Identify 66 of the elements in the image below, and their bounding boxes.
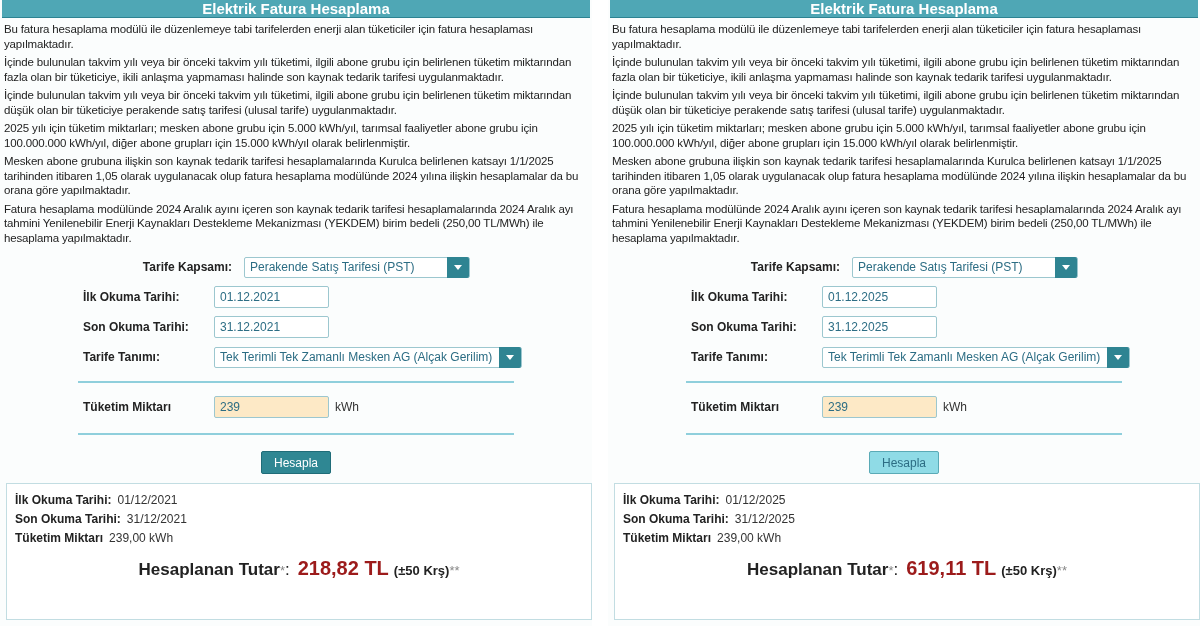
field-label: Tüketim Miktarı (691, 400, 781, 414)
total-amount: 218,82 TL (297, 557, 389, 580)
info-paragraph: Mesken abone grubuna ilişkin son kaynak tedarik tarifesi hesaplamalarında Kurulca belirlenen katsayı 1/1/2025 tarihinden itibaren 1,05 olarak uygulanacak olup fatura hesaplama modülünde 2024 yılına ilişkin hesaplamalar da bu orana göre yapılmaktadır. (612, 154, 1188, 198)
tolerance-text: (±50 Krş) (393, 563, 450, 578)
info-paragraph: İçinde bulunulan takvim yılı veya bir önceki takvim yılı tüketimi, ilgili abone grubu için belirlenen tüketim miktarından fazla olan bir tüketiciye, ikili anlaşma yapmaması halinde son kaynak tedarik tarifesi uygulanmaktadır. (612, 55, 1181, 84)
footnote-mark: ** (449, 563, 460, 578)
info-paragraph: İçinde bulunulan takvim yılı veya bir önceki takvim yılı tüketimi, ilgili abone grubu için belirlenen tüketim miktarından düşük olan bir tüketiciye perakende satış tarifesi (ulusal tarife) uygulanmaktadır. (612, 88, 1181, 117)
result-label: Tüketim Miktarı (623, 530, 712, 547)
result-value: 01/12/2021 (117, 492, 178, 509)
input-field[interactable]: 31.12.2025 (822, 316, 937, 338)
field-label: Tarife Kapsamı: (749, 260, 840, 274)
field-label: Tüketim Miktarı (83, 400, 173, 414)
dropdown[interactable]: Tek Terimli Tek Zamanlı Mesken AG (Alçak Gerilim) (214, 346, 522, 368)
field-label: Tarife Kapsamı: (141, 260, 232, 274)
caret-icon (1114, 354, 1122, 360)
result-value: 239,00 kWh (717, 530, 782, 547)
result-value: 31/12/2021 (126, 511, 187, 528)
footnote-mark: * (888, 563, 894, 578)
info-paragraph: Mesken abone grubuna ilişkin son kaynak tedarik tarifesi hesaplamalarında Kurulca belirlenen katsayı 1/1/2025 tarihinden itibaren 1,05 olarak uygulanacak olup fatura hesaplama modülünde 2024 yılına ilişkin hesaplamalar da bu orana göre yapılmaktadır. (4, 154, 580, 198)
input-field[interactable]: 239 (822, 396, 937, 418)
page-title: Elektrik Fatura Hesaplama (610, 0, 1198, 18)
input-field[interactable]: 239 (214, 396, 329, 418)
result-label: İlk Okuma Tarihi: (623, 492, 720, 509)
footnote-mark: * (279, 563, 285, 578)
caret-icon (454, 264, 462, 270)
input-field[interactable]: 01.12.2025 (822, 286, 937, 308)
unit-label: kWh (943, 400, 967, 414)
total-amount: 619,11 TL (906, 557, 997, 580)
info-paragraph: İçinde bulunulan takvim yılı veya bir önceki takvim yılı tüketimi, ilgili abone grubu için belirlenen tüketim miktarından düşük olan bir tüketiciye perakende satış tarifesi (ulusal tarife) uygulanmaktadır. (4, 88, 573, 117)
caret-icon (1062, 264, 1070, 270)
dropdown[interactable]: Perakende Satış Tarifesi (PST) (244, 256, 470, 278)
field-label: Tarife Tanımı: (691, 350, 769, 364)
result-label: Tüketim Miktarı (15, 530, 104, 547)
dropdown[interactable]: Perakende Satış Tarifesi (PST) (852, 256, 1078, 278)
input-field[interactable]: 01.12.2021 (214, 286, 329, 308)
result-label: Son Okuma Tarihi: (623, 511, 729, 528)
field-label: İlk Okuma Tarihi: (691, 290, 789, 304)
info-paragraph: Bu fatura hesaplama modülü ile düzenlemeye tabi tarifelerden enerji alan tüketiciler için fatura hesaplaması yapılmaktadır. (612, 22, 1143, 51)
field-label: İlk Okuma Tarihi: (83, 290, 181, 304)
total-label: Hesaplanan Tutar (747, 560, 889, 580)
info-paragraph: Bu fatura hesaplama modülü ile düzenlemeye tabi tarifelerden enerji alan tüketiciler için fatura hesaplaması yapılmaktadır. (4, 22, 535, 51)
field-label: Son Okuma Tarihi: (691, 320, 798, 334)
footnote-mark: ** (1056, 563, 1067, 578)
info-paragraph: Fatura hesaplama modülünde 2024 Aralık ayını içeren son kaynak tedarik tarifesi hesaplamalarında 2024 Aralık ayı tahmini Yenilenebilir Enerji Kaynakları Destekleme Mekanizması (YEKDEM) birim bedeli (250,00 TL/MWh) ile hesaplama yapılmaktadır. (4, 201, 575, 245)
unit-label: kWh (335, 400, 359, 414)
info-paragraph: 2025 yılı için tüketim miktarları; mesken abone grubu için 5.000 kWh/yıl, tarımsal faaliyetler abone grubu için 100.000.000 kWh/yıl, diğer abone grupları için 15.000 kWh/yıl olarak belirlenmiştir. (612, 121, 1147, 150)
total-colon: : (893, 560, 899, 580)
tolerance-text: (±50 Krş) (1001, 563, 1057, 578)
field-label: Son Okuma Tarihi: (83, 320, 190, 334)
result-label: İlk Okuma Tarihi: (15, 492, 112, 509)
calculate-button[interactable]: Hesapla (261, 451, 331, 474)
result-label: Son Okuma Tarihi: (15, 511, 121, 528)
result-value: 31/12/2025 (734, 511, 795, 528)
calculate-button[interactable]: Hesapla (869, 451, 939, 474)
total-label: Hesaplanan Tutar (138, 560, 280, 580)
info-paragraph: 2025 yılı için tüketim miktarları; mesken abone grubu için 5.000 kWh/yıl, tarımsal faaliyetler abone grubu için 100.000.000 kWh/yıl, diğer abone grupları için 15.000 kWh/yıl olarak belirlenmiştir. (4, 121, 539, 150)
info-paragraph: İçinde bulunulan takvim yılı veya bir önceki takvim yılı tüketimi, ilgili abone grubu için belirlenen tüketim miktarından fazla olan bir tüketiciye, ikili anlaşma yapmaması halinde son kaynak tedarik tarifesi uygulanmaktadır. (4, 55, 573, 84)
result-value: 01/12/2025 (725, 492, 786, 509)
info-paragraph: Fatura hesaplama modülünde 2024 Aralık ayını içeren son kaynak tedarik tarifesi hesaplamalarında 2024 Aralık ayı tahmini Yenilenebilir Enerji Kaynakları Destekleme Mekanizması (YEKDEM) birim bedeli (250,00 TL/MWh) ile hesaplama yapılmaktadır. (612, 201, 1183, 245)
result-value: 239,00 kWh (109, 530, 174, 547)
dropdown[interactable]: Tek Terimli Tek Zamanlı Mesken AG (Alçak Gerilim) (822, 346, 1130, 368)
input-field[interactable]: 31.12.2021 (214, 316, 329, 338)
page-title: Elektrik Fatura Hesaplama (2, 0, 590, 18)
total-colon: : (284, 560, 290, 580)
field-label: Tarife Tanımı: (83, 350, 161, 364)
caret-icon (506, 354, 514, 360)
